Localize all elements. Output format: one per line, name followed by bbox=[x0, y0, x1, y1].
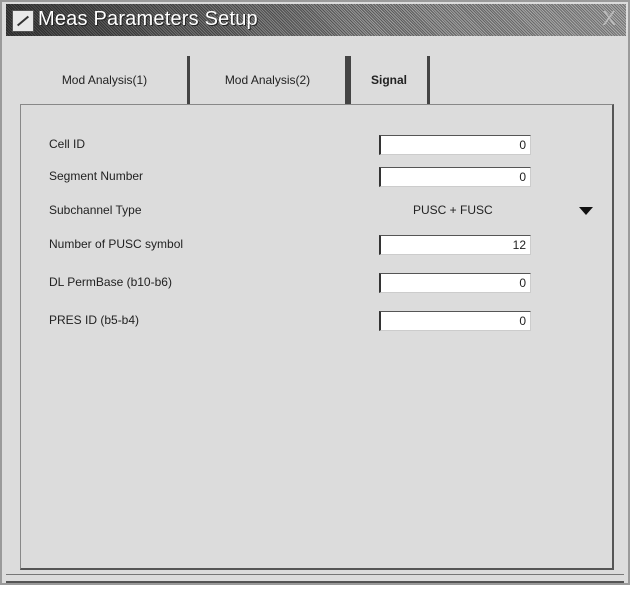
subchannel-type-row: Subchannel Type PUSC + FUSC bbox=[49, 201, 609, 223]
segment-number-label: Segment Number bbox=[49, 169, 144, 183]
cell-id-label: Cell ID bbox=[49, 137, 86, 151]
pres-id-row: PRES ID (b5-b4) 0 bbox=[49, 311, 609, 333]
segment-number-input[interactable]: 0 bbox=[379, 167, 531, 187]
pusc-symbol-row: Number of PUSC symbol 12 bbox=[49, 235, 609, 257]
window-bottom-border bbox=[6, 574, 624, 583]
dl-permbase-label: DL PermBase (b10-b6) bbox=[49, 275, 172, 289]
app-icon bbox=[12, 10, 34, 32]
subchannel-type-label: Subchannel Type bbox=[49, 203, 142, 217]
tab-signal[interactable]: Signal bbox=[348, 56, 430, 104]
tab-mod-analysis-1[interactable]: Mod Analysis(1) bbox=[22, 56, 190, 104]
dl-permbase-input[interactable]: 0 bbox=[379, 273, 531, 293]
tab-strip: Mod Analysis(1) Mod Analysis(2) Signal bbox=[22, 50, 622, 106]
window-title: Meas Parameters Setup bbox=[38, 8, 258, 30]
signal-tab-panel: Cell ID 0 Segment Number 0 Subchannel Ty… bbox=[20, 104, 614, 570]
title-bar[interactable]: Meas Parameters Setup X bbox=[6, 4, 626, 36]
subchannel-type-select[interactable]: PUSC + FUSC bbox=[413, 203, 493, 217]
segment-number-row: Segment Number 0 bbox=[49, 167, 609, 189]
tab-mod-analysis-2[interactable]: Mod Analysis(2) bbox=[190, 56, 348, 104]
pusc-symbol-input[interactable]: 12 bbox=[379, 235, 531, 255]
dl-permbase-row: DL PermBase (b10-b6) 0 bbox=[49, 273, 609, 295]
meas-parameters-dialog: Meas Parameters Setup X Mod Analysis(1) … bbox=[0, 0, 630, 585]
close-icon[interactable]: X bbox=[596, 8, 622, 32]
pres-id-input[interactable]: 0 bbox=[379, 311, 531, 331]
cell-id-input[interactable]: 0 bbox=[379, 135, 531, 155]
pres-id-label: PRES ID (b5-b4) bbox=[49, 313, 140, 327]
chevron-down-icon[interactable] bbox=[579, 205, 593, 217]
cell-id-row: Cell ID 0 bbox=[49, 135, 609, 157]
pusc-symbol-label: Number of PUSC symbol bbox=[49, 237, 184, 251]
